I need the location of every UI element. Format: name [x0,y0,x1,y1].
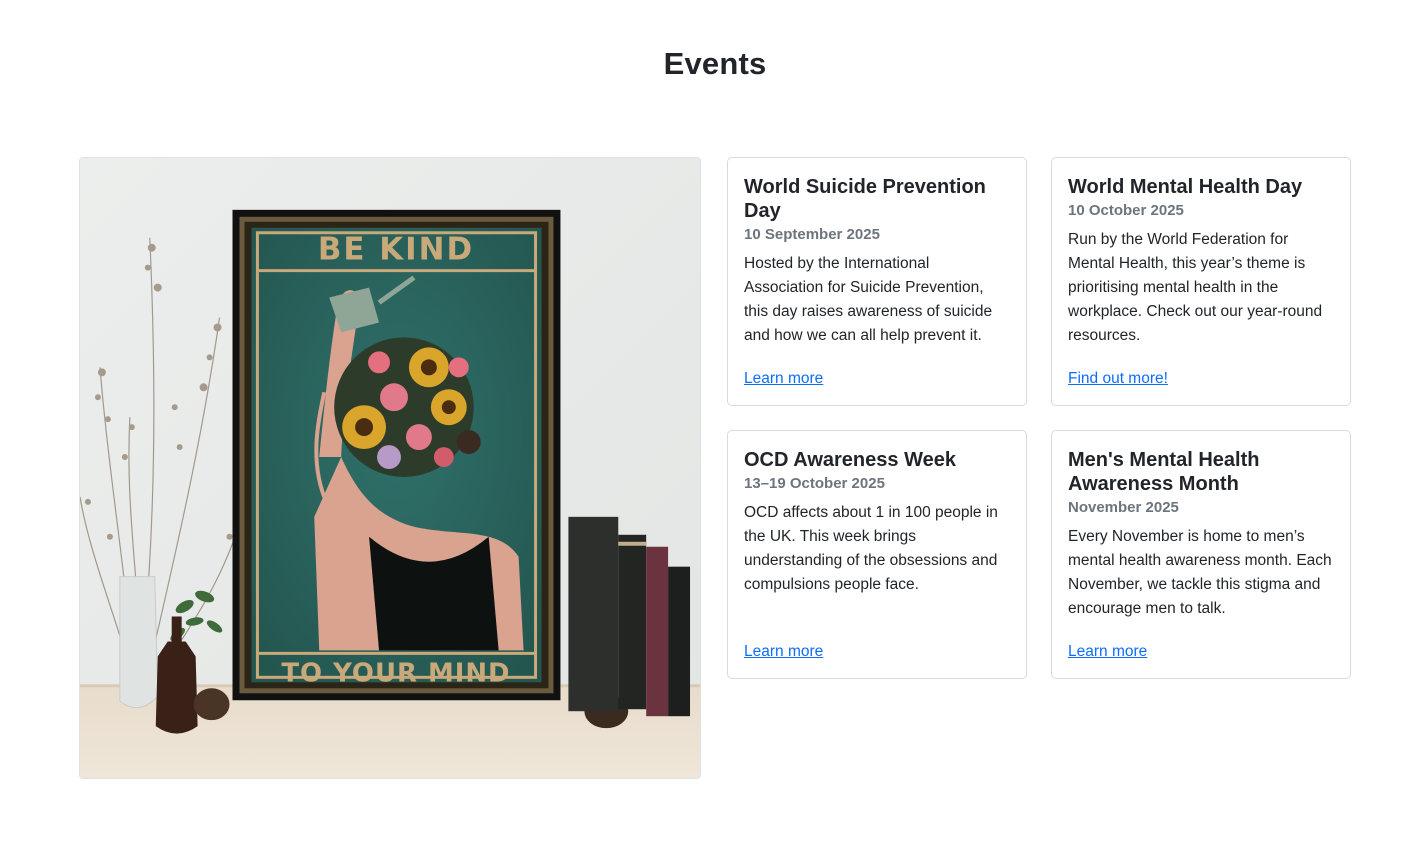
event-title: World Suicide Prevention Day [744,176,986,222]
poster-top-text: BE KIND [318,232,474,268]
be-kind-poster-image: BE KIND TO YOUR MIND [79,157,701,779]
learn-more-link[interactable]: Learn more [744,643,823,661]
page-title: Events [663,46,767,81]
event-date: 13–19 October 2025 [744,475,885,492]
event-date: 10 October 2025 [1068,202,1184,219]
event-date: 10 September 2025 [744,226,880,243]
event-card-ocd-awareness-week: OCD Awareness Week 13–19 October 2025 OC… [727,430,1027,679]
event-description: OCD affects about 1 in 100 people in the… [744,504,998,593]
find-out-more-link[interactable]: Find out more! [1068,370,1168,388]
event-date: November 2025 [1068,499,1179,516]
event-description: Run by the World Federation for Mental H… [1068,231,1323,344]
event-card-world-suicide-prevention-day: World Suicide Prevention Day 10 Septembe… [727,157,1027,406]
event-title: World Mental Health Day [1068,176,1303,198]
event-card-world-mental-health-day: World Mental Health Day 10 October 2025 … [1051,157,1351,406]
poster-bottom-text: TO YOUR MIND [281,658,510,688]
learn-more-link[interactable]: Learn more [744,370,823,388]
event-title: OCD Awareness Week [744,449,956,471]
event-title: Men's Mental Health Awareness Month [1068,449,1260,495]
event-description: Hosted by the International Association … [744,255,993,344]
event-description: Every November is home to men’s mental h… [1068,528,1332,617]
learn-more-link[interactable]: Learn more [1068,643,1147,661]
event-card-mens-mental-health-awareness-month: Men's Mental Health Awareness Month Nove… [1051,430,1351,679]
